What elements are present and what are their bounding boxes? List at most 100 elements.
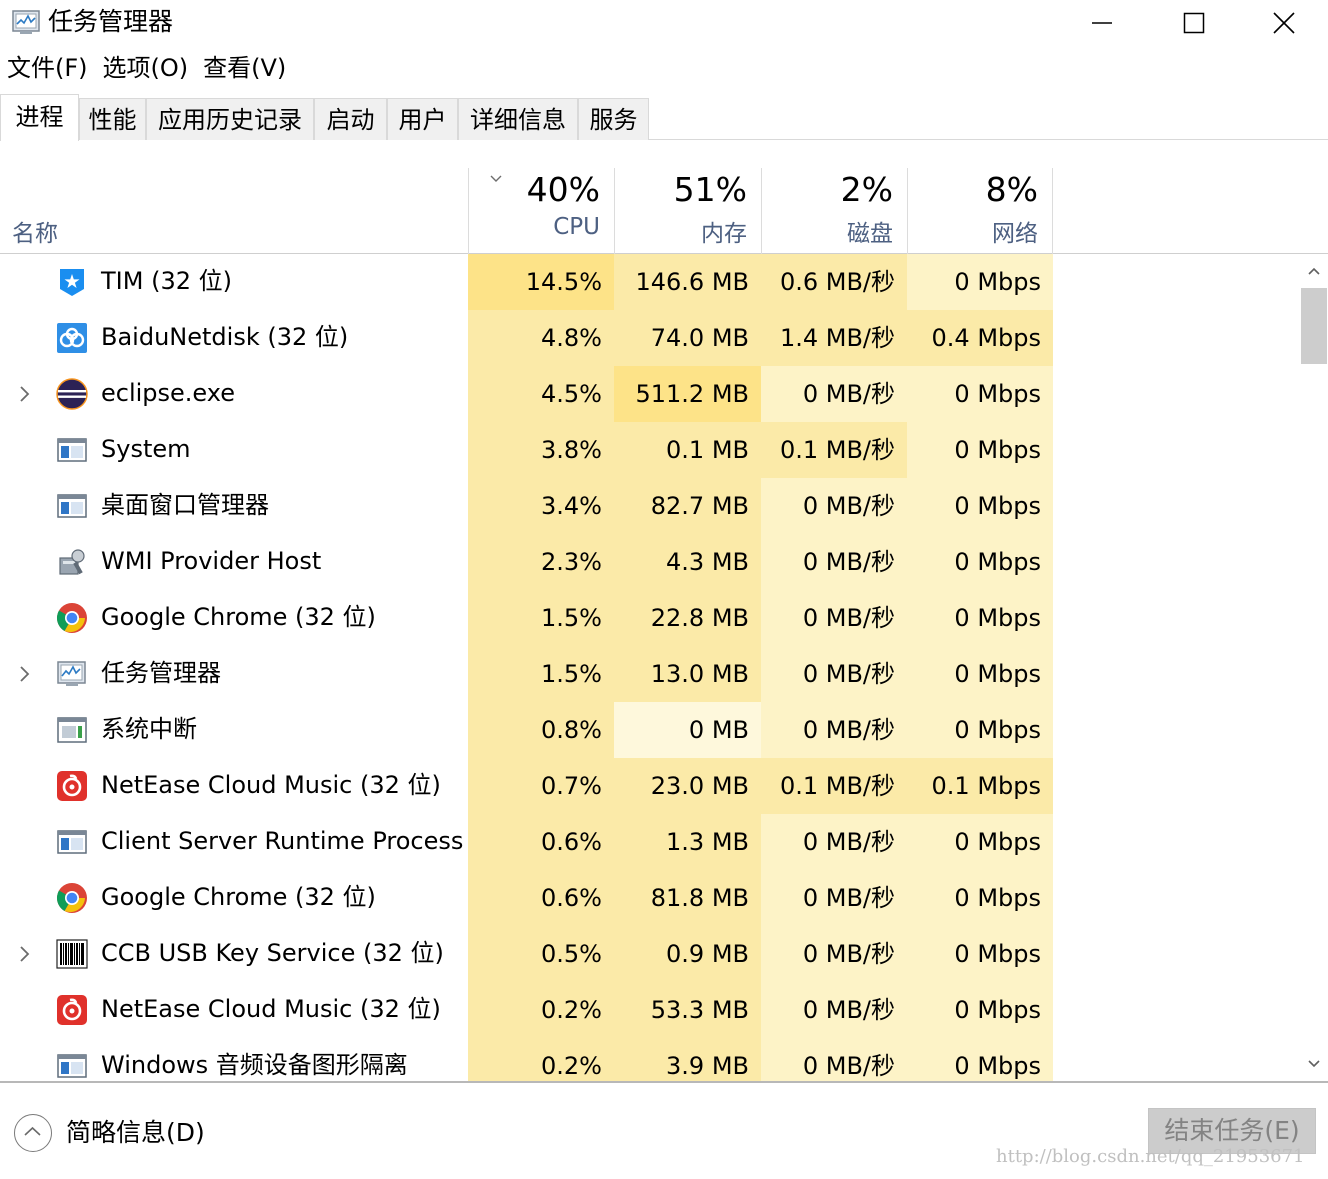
system-window-icon xyxy=(56,434,88,466)
process-memory: 4.3 MB xyxy=(614,534,761,590)
process-name: Windows 音频设备图形隔离 xyxy=(101,1051,408,1079)
process-network: 0 Mbps xyxy=(907,870,1053,926)
process-memory: 0 MB xyxy=(614,702,761,758)
chevron-up-icon xyxy=(1308,267,1320,275)
wmi-icon xyxy=(56,546,88,578)
process-memory: 13.0 MB xyxy=(614,646,761,702)
process-cpu: 0.2% xyxy=(468,982,614,1038)
menu-view[interactable]: 查看(V) xyxy=(196,48,294,88)
tab-users[interactable]: 用户 xyxy=(387,98,458,140)
process-name: NetEase Cloud Music (32 位) xyxy=(101,995,441,1023)
process-disk: 0 MB/秒 xyxy=(761,982,907,1038)
chrome-icon xyxy=(56,882,88,914)
process-network: 0 Mbps xyxy=(907,478,1053,534)
process-network: 0 Mbps xyxy=(907,982,1053,1038)
scroll-up-button[interactable] xyxy=(1300,254,1328,288)
process-memory: 0.9 MB xyxy=(614,926,761,982)
process-name: Client Server Runtime Process xyxy=(101,827,464,855)
process-name: TIM (32 位) xyxy=(101,267,232,295)
process-name: System xyxy=(101,435,191,463)
process-row[interactable]: 系统中断 0.8% 0 MB 0 MB/秒 0 Mbps xyxy=(0,702,1300,758)
process-row[interactable]: BaiduNetdisk (32 位) 4.8% 74.0 MB 1.4 MB/秒 0.… xyxy=(0,310,1300,366)
process-row[interactable]: NetEase Cloud Music (32 位) 0.2% 53.3 MB 0 M… xyxy=(0,982,1300,1038)
maximize-icon xyxy=(1183,12,1205,34)
tab-services[interactable]: 服务 xyxy=(578,98,649,140)
minimize-button[interactable] xyxy=(1056,0,1148,46)
process-memory: 23.0 MB xyxy=(614,758,761,814)
menu-bar: 文件(F) 选项(O) 查看(V) xyxy=(0,48,294,88)
process-name: 任务管理器 xyxy=(101,659,221,687)
close-button[interactable] xyxy=(1240,0,1328,46)
scroll-thumb[interactable] xyxy=(1301,288,1327,364)
process-name: 桌面窗口管理器 xyxy=(101,491,269,519)
disk-column-label: 磁盘 xyxy=(847,221,893,247)
column-disk-header[interactable]: 2% 磁盘 xyxy=(761,168,907,254)
process-row[interactable]: Windows 音频设备图形隔离 0.2% 3.9 MB 0 MB/秒 0 Mbps xyxy=(0,1038,1300,1082)
tab-processes[interactable]: 进程 xyxy=(0,94,79,141)
column-network-header[interactable]: 8% 网络 xyxy=(907,168,1053,254)
memory-total-percent: 51% xyxy=(673,170,747,209)
process-row[interactable]: WMI Provider Host 2.3% 4.3 MB 0 MB/秒 0 Mbps xyxy=(0,534,1300,590)
process-row[interactable]: 任务管理器 1.5% 13.0 MB 0 MB/秒 0 Mbps xyxy=(0,646,1300,702)
task-manager-icon xyxy=(56,658,88,690)
list-bottom-border xyxy=(0,1081,1328,1083)
eclipse-icon xyxy=(56,378,88,410)
tab-performance[interactable]: 性能 xyxy=(79,98,146,140)
chevron-right-icon[interactable] xyxy=(18,944,32,964)
cpu-total-percent: 40% xyxy=(526,170,600,209)
process-disk: 0 MB/秒 xyxy=(761,646,907,702)
process-row[interactable]: TIM (32 位) 14.5% 146.6 MB 0.6 MB/秒 0 Mbps xyxy=(0,254,1300,310)
process-name: Google Chrome (32 位) xyxy=(101,603,376,631)
process-row[interactable]: CCB USB Key Service (32 位) 0.5% 0.9 MB 0 MB… xyxy=(0,926,1300,982)
barcode-icon xyxy=(56,938,88,970)
process-row[interactable]: Client Server Runtime Process 0.6% 1.3 MB 0… xyxy=(0,814,1300,870)
scroll-down-button[interactable] xyxy=(1300,1047,1328,1081)
chevron-down-icon xyxy=(1308,1060,1320,1068)
menu-options[interactable]: 选项(O) xyxy=(96,48,197,88)
disk-total-percent: 2% xyxy=(840,170,893,209)
tab-startup[interactable]: 启动 xyxy=(314,98,387,140)
process-memory: 82.7 MB xyxy=(614,478,761,534)
process-network: 0 Mbps xyxy=(907,422,1053,478)
chevron-right-icon[interactable] xyxy=(18,384,32,404)
process-cpu: 1.5% xyxy=(468,646,614,702)
process-memory: 74.0 MB xyxy=(614,310,761,366)
interrupt-icon xyxy=(56,714,88,746)
process-list: TIM (32 位) 14.5% 146.6 MB 0.6 MB/秒 0 Mbps Bai… xyxy=(0,254,1300,1082)
column-memory-header[interactable]: 51% 内存 xyxy=(614,168,761,254)
maximize-button[interactable] xyxy=(1148,0,1240,46)
tab-details[interactable]: 详细信息 xyxy=(458,98,578,140)
process-disk: 0 MB/秒 xyxy=(761,478,907,534)
fewer-details-link[interactable]: 简略信息(D) xyxy=(66,1116,205,1150)
process-memory: 0.1 MB xyxy=(614,422,761,478)
window-title: 任务管理器 xyxy=(48,7,174,36)
process-network: 0 Mbps xyxy=(907,814,1053,870)
process-cpu: 3.8% xyxy=(468,422,614,478)
process-row[interactable]: Google Chrome (32 位) 1.5% 22.8 MB 0 MB/秒 0 M… xyxy=(0,590,1300,646)
task-manager-app-icon xyxy=(12,10,40,34)
process-network: 0 Mbps xyxy=(907,590,1053,646)
process-disk: 0 MB/秒 xyxy=(761,1038,907,1082)
process-name: 系统中断 xyxy=(101,715,197,743)
process-row[interactable]: System 3.8% 0.1 MB 0.1 MB/秒 0 Mbps xyxy=(0,422,1300,478)
system-window-icon xyxy=(56,1050,88,1082)
fewer-details-button[interactable] xyxy=(14,1114,52,1152)
process-cpu: 0.7% xyxy=(468,758,614,814)
process-disk: 0 MB/秒 xyxy=(761,870,907,926)
process-name: BaiduNetdisk (32 位) xyxy=(101,323,349,351)
process-disk: 0 MB/秒 xyxy=(761,366,907,422)
vertical-scrollbar[interactable] xyxy=(1300,254,1328,1081)
process-disk: 0.1 MB/秒 xyxy=(761,758,907,814)
tab-app-history[interactable]: 应用历史记录 xyxy=(146,98,314,140)
column-cpu-header[interactable]: 40% CPU xyxy=(468,168,614,254)
menu-file[interactable]: 文件(F) xyxy=(0,48,96,88)
column-name-header[interactable]: 名称 xyxy=(12,214,58,248)
process-cpu: 0.6% xyxy=(468,870,614,926)
netease-music-icon xyxy=(56,770,88,802)
process-row[interactable]: Google Chrome (32 位) 0.6% 81.8 MB 0 MB/秒 0 M… xyxy=(0,870,1300,926)
process-row[interactable]: 桌面窗口管理器 3.4% 82.7 MB 0 MB/秒 0 Mbps xyxy=(0,478,1300,534)
process-disk: 1.4 MB/秒 xyxy=(761,310,907,366)
process-row[interactable]: NetEase Cloud Music (32 位) 0.7% 23.0 MB 0.1… xyxy=(0,758,1300,814)
process-row[interactable]: eclipse.exe 4.5% 511.2 MB 0 MB/秒 0 Mbps xyxy=(0,366,1300,422)
chevron-right-icon[interactable] xyxy=(18,664,32,684)
